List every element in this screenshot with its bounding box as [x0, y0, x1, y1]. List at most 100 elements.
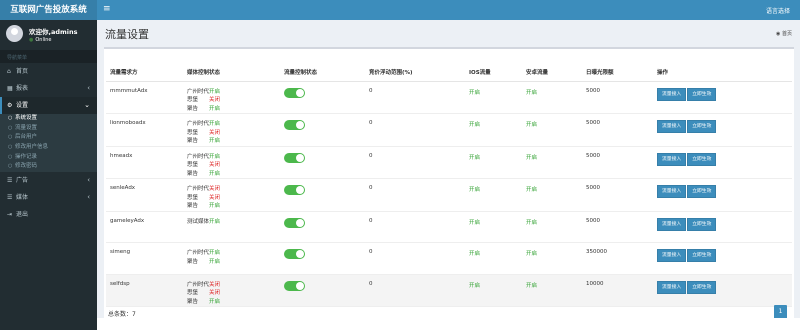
cell-ios[interactable]: 开启: [465, 81, 522, 114]
sidebar-item-ads[interactable]: ☰ 广告 ‹: [0, 172, 97, 189]
media-status[interactable]: 开启: [209, 106, 220, 112]
media-status[interactable]: 关闭: [209, 162, 220, 168]
media-status[interactable]: 关闭: [209, 195, 220, 201]
sidebar-item-reports[interactable]: ▦ 报表 ‹: [0, 80, 97, 97]
cell-range: 0: [365, 113, 465, 147]
media-status[interactable]: 关闭: [209, 97, 220, 103]
cell-android[interactable]: 开启: [522, 178, 582, 212]
media-status[interactable]: 开启: [209, 203, 220, 209]
gears-icon: ⚙: [7, 102, 13, 109]
submenu-item-system[interactable]: ○ 系统设置: [0, 114, 97, 124]
traffic-access-button[interactable]: 流量接入: [657, 120, 687, 133]
media-status[interactable]: 开启: [209, 259, 220, 265]
traffic-toggle-switch[interactable]: [284, 87, 305, 98]
sidebar-item-media[interactable]: ☰ 媒体 ‹: [0, 189, 97, 206]
column-header: 日曝光限额: [582, 63, 653, 82]
traffic-access-button[interactable]: 流量接入: [657, 87, 687, 101]
cell-android[interactable]: 开启: [522, 211, 582, 243]
submenu-item-logs[interactable]: ○ 操作记录: [0, 153, 97, 163]
media-status[interactable]: 关闭: [209, 282, 220, 288]
media-status-line: 测试媒体开启: [187, 218, 280, 227]
sidebar-toggle-icon[interactable]: ≡: [103, 4, 111, 15]
media-status-line: 广州时代开启: [187, 88, 280, 97]
apply-now-button[interactable]: 立即生效: [687, 185, 717, 198]
cell-android[interactable]: 开启: [522, 274, 582, 307]
cell-android[interactable]: 开启: [522, 242, 582, 275]
submenu-item-admin-users[interactable]: ○ 后台用户: [0, 133, 97, 143]
traffic-toggle-switch[interactable]: [284, 152, 305, 163]
chevron-left-icon: ‹: [87, 84, 90, 92]
media-status-line: 聚告 开启: [187, 258, 280, 267]
media-status[interactable]: 开启: [209, 171, 220, 177]
apply-now-button[interactable]: 立即生效: [687, 152, 717, 166]
apply-now-button[interactable]: 立即生效: [687, 120, 717, 133]
circle-icon: ○: [8, 153, 13, 160]
cell-actions: 流量接入 立即生效: [653, 146, 792, 179]
cell-android[interactable]: 开启: [522, 113, 582, 147]
cell-ios[interactable]: 开启: [465, 274, 522, 307]
cell-android[interactable]: 开启: [522, 146, 582, 179]
cell-ios[interactable]: 开启: [465, 211, 522, 243]
media-status[interactable]: 关闭: [209, 290, 220, 296]
media-name: 广州时代: [187, 153, 210, 160]
media-status[interactable]: 关闭: [209, 186, 220, 192]
circle-icon: ○: [8, 134, 13, 141]
column-header: 操作: [653, 63, 792, 82]
media-name: 聚告: [187, 258, 199, 265]
traffic-toggle-switch[interactable]: [284, 249, 305, 259]
table-icon: ▦: [7, 85, 13, 92]
traffic-toggle-switch[interactable]: [284, 217, 305, 228]
language-select[interactable]: 语言选择: [766, 6, 790, 15]
media-status[interactable]: 开启: [209, 219, 220, 225]
cell-range: 0: [365, 274, 465, 307]
sidebar-item-home[interactable]: ⌂ 首页: [0, 63, 97, 80]
apply-now-button[interactable]: 立即生效: [687, 217, 717, 231]
cell-media: 广州时代开启 聚告 开启: [183, 242, 280, 275]
list-icon: ☰: [7, 194, 13, 202]
media-status[interactable]: 关闭: [209, 130, 220, 136]
submenu-item-password[interactable]: ○ 修改密码: [0, 162, 97, 172]
sidebar-item-settings[interactable]: ⚙ 设置 ⌄: [0, 97, 97, 114]
media-status-line: 思堡 关闭: [187, 194, 280, 203]
cell-switch: [280, 211, 365, 243]
cell-ios[interactable]: 开启: [465, 146, 522, 179]
table-row: senleAdx 广州时代关闭 思堡 关闭 聚告 开启 0 开启 开启 5000 流量接入 立即生效: [106, 178, 792, 212]
column-header: IOS流量: [465, 63, 522, 82]
traffic-toggle-switch[interactable]: [284, 280, 305, 291]
sidebar-item-logout[interactable]: ⇥ 退出: [0, 206, 97, 223]
sidebar-item-label: 媒体: [16, 194, 29, 202]
cell-ios[interactable]: 开启: [465, 178, 522, 212]
media-name: 广州时代: [187, 250, 210, 256]
footer: [97, 318, 800, 330]
apply-now-button[interactable]: 立即生效: [687, 280, 717, 294]
pagination-page-1[interactable]: 1: [774, 305, 787, 319]
breadcrumb[interactable]: ◉ 首页: [776, 30, 792, 37]
submenu-item-traffic[interactable]: ○ 流量设置: [0, 124, 97, 134]
traffic-access-button[interactable]: 流量接入: [657, 280, 687, 294]
sidebar: 欢迎你,admins ● Online 导航菜单 ⌂ 首页 ▦ 报表 ‹ ⚙ 设置 ⌄ ○ 系…: [0, 20, 97, 330]
traffic-access-button[interactable]: 流量接入: [657, 217, 687, 231]
cell-limit: 5000: [582, 146, 653, 179]
submenu-item-edit-user[interactable]: ○ 修改用户信息: [0, 143, 97, 153]
media-status[interactable]: 开启: [209, 250, 220, 256]
traffic-access-button[interactable]: 流量接入: [657, 185, 687, 198]
media-status[interactable]: 开启: [209, 138, 220, 144]
traffic-toggle-switch[interactable]: [284, 185, 305, 195]
app-logo[interactable]: 互联网广告投放系统: [0, 0, 97, 20]
table-body: mmmmutAdx 广州时代开启 思堡 关闭 聚告 开启 0 开启 开启 5000 流量接入 立即生效…: [106, 81, 792, 307]
apply-now-button[interactable]: 立即生效: [687, 87, 717, 101]
media-status[interactable]: 开启: [209, 299, 220, 305]
media-status[interactable]: 开启: [209, 89, 220, 95]
media-status-line: 广州时代关闭: [187, 185, 280, 194]
traffic-toggle-switch[interactable]: [284, 120, 305, 130]
cell-android[interactable]: 开启: [522, 81, 582, 114]
apply-now-button[interactable]: 立即生效: [687, 249, 717, 262]
traffic-access-button[interactable]: 流量接入: [657, 152, 687, 166]
media-status-line: 广州时代开启: [187, 153, 280, 162]
cell-ios[interactable]: 开启: [465, 242, 522, 275]
media-status[interactable]: 开启: [209, 154, 220, 160]
traffic-access-button[interactable]: 流量接入: [657, 249, 687, 262]
cell-limit: 5000: [582, 81, 653, 114]
media-status[interactable]: 开启: [209, 121, 220, 127]
cell-ios[interactable]: 开启: [465, 113, 522, 147]
